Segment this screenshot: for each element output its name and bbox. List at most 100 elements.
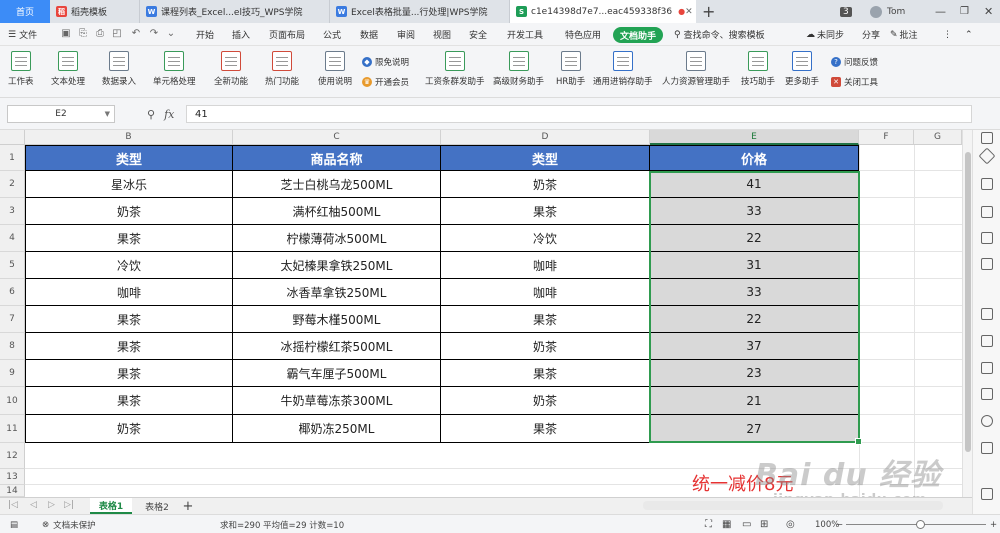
row-header[interactable]: 4 (0, 225, 25, 252)
row-header[interactable]: 6 (0, 279, 25, 306)
price-cell[interactable]: 22 (650, 225, 859, 252)
zoom-search-icon[interactable]: ⚲ (147, 108, 155, 121)
zoom-out-icon[interactable]: − (836, 515, 843, 533)
type-cell[interactable]: 星冰乐 (25, 171, 233, 198)
type-cell[interactable]: 奶茶 (25, 198, 233, 225)
redo-icon[interactable]: ↷ (148, 28, 160, 40)
menu-page-layout[interactable]: 页面布局 (269, 23, 305, 46)
category-cell[interactable]: 奶茶 (441, 333, 650, 360)
type-cell[interactable]: 冷饮 (25, 252, 233, 279)
row-header[interactable]: 12 (0, 443, 25, 469)
category-cell[interactable]: 奶茶 (441, 171, 650, 198)
page-break-icon[interactable]: ⊞ (760, 515, 768, 533)
property-icon[interactable] (981, 206, 993, 218)
type-cell[interactable]: 果茶 (25, 306, 233, 333)
product-name-cell[interactable]: 椰奶冻250ML (233, 415, 441, 443)
table-header-cell[interactable]: 类型 (441, 145, 650, 171)
category-cell[interactable]: 果茶 (441, 360, 650, 387)
ribbon-cell-processing[interactable]: 单元格处理 (153, 51, 196, 87)
column-header-b[interactable]: B (25, 130, 233, 145)
scroll-thumb[interactable] (965, 152, 971, 452)
share-button[interactable]: 分享 (862, 23, 880, 46)
menu-view[interactable]: 视图 (433, 23, 451, 46)
type-cell[interactable]: 果茶 (25, 360, 233, 387)
menu-doc-assistant[interactable]: 文档助手 (613, 27, 664, 43)
tab-course-list[interactable]: W 课程列表_Excel...el技巧_WPS学院 (140, 0, 330, 23)
eye-protect-icon[interactable]: ⛶ (705, 515, 712, 533)
category-cell[interactable]: 果茶 (441, 415, 650, 443)
column-header-f[interactable]: F (859, 130, 914, 145)
table-header-cell[interactable]: 商品名称 (233, 145, 441, 171)
ribbon-salary-assistant[interactable]: 工资条群发助手 (425, 51, 485, 87)
name-box[interactable]: E2 ▼ (7, 105, 115, 123)
type-cell[interactable]: 果茶 (25, 225, 233, 252)
category-cell[interactable]: 果茶 (441, 306, 650, 333)
last-sheet-icon[interactable]: ▷| (64, 500, 74, 510)
download-icon[interactable] (981, 415, 993, 427)
ribbon-worksheet[interactable]: 工作表 (8, 51, 34, 87)
backup-icon[interactable] (981, 308, 993, 320)
select-all-corner[interactable] (0, 130, 25, 145)
menu-developer[interactable]: 开发工具 (507, 23, 543, 46)
share-icon[interactable] (981, 335, 993, 347)
tab-docer[interactable]: 稻 稻壳模板 (50, 0, 140, 23)
price-cell[interactable]: 22 (650, 306, 859, 333)
ribbon-data-entry[interactable]: 数据录入 (102, 51, 136, 87)
ribbon-hr-management-assistant[interactable]: 人力资源管理助手 (662, 51, 730, 87)
menu-security[interactable]: 安全 (469, 23, 487, 46)
product-name-cell[interactable]: 满杯红柚500ML (233, 198, 441, 225)
category-cell[interactable]: 咖啡 (441, 279, 650, 306)
ribbon-inventory-assistant[interactable]: 通用进销存助手 (593, 51, 653, 87)
first-sheet-icon[interactable]: |◁ (8, 500, 18, 510)
price-cell[interactable]: 31 (650, 252, 859, 279)
product-name-cell[interactable]: 冰摇柠檬红茶500ML (233, 333, 441, 360)
type-cell[interactable]: 果茶 (25, 333, 233, 360)
price-cell[interactable]: 41 (650, 171, 859, 198)
shape-icon[interactable] (978, 147, 996, 165)
ribbon-popular-features[interactable]: 热门功能 (265, 51, 299, 87)
table-header-cell[interactable]: 价格 (650, 145, 859, 171)
ribbon-tips-assistant[interactable]: 技巧助手 (741, 51, 775, 87)
zoom-in-icon[interactable]: + (990, 515, 997, 533)
menu-review[interactable]: 审阅 (397, 23, 415, 46)
fx-icon[interactable]: fx (164, 108, 174, 121)
ribbon-hr-assistant[interactable]: HR助手 (556, 51, 585, 87)
close-tool-button[interactable]: ✕ 关闭工具 (831, 76, 878, 88)
sheet-tab-2[interactable]: 表格2 (136, 498, 178, 514)
row-header[interactable]: 11 (0, 415, 25, 443)
window-count-badge[interactable]: 3 (840, 0, 852, 23)
minimize-button[interactable]: — (935, 0, 946, 23)
menu-home[interactable]: 开始 (196, 23, 214, 46)
zoom-slider-handle[interactable] (916, 520, 925, 529)
file-menu[interactable]: ☰ 文件 (8, 23, 37, 46)
price-cell[interactable]: 37 (650, 333, 859, 360)
export-pdf-icon[interactable]: ⎘ (77, 28, 89, 40)
column-header-c[interactable]: C (233, 130, 441, 145)
product-name-cell[interactable]: 野莓木槿500ML (233, 306, 441, 333)
category-cell[interactable]: 果茶 (441, 198, 650, 225)
collapse-panel-icon[interactable] (981, 488, 993, 500)
tab-batch-process[interactable]: W Excel表格批量...行处理|WPS学院 (330, 0, 510, 23)
product-name-cell[interactable]: 柠檬薄荷冰500ML (233, 225, 441, 252)
customize-quickbar-icon[interactable]: ⌄ (165, 28, 177, 40)
add-sheet-button[interactable]: + (180, 498, 196, 514)
row-header[interactable]: 3 (0, 198, 25, 225)
category-cell[interactable]: 奶茶 (441, 387, 650, 415)
menu-data[interactable]: 数据 (360, 23, 378, 46)
ribbon-more-assistants[interactable]: 更多助手 (785, 51, 819, 87)
history-icon[interactable] (981, 362, 993, 374)
product-name-cell[interactable]: 牛奶草莓冻茶300ML (233, 387, 441, 415)
menu-formula[interactable]: 公式 (323, 23, 341, 46)
tab-current-sheet[interactable]: S c1e14398d7e7...eac459338f36 ● ✕ (510, 0, 696, 23)
type-cell[interactable]: 果茶 (25, 387, 233, 415)
next-sheet-icon[interactable]: ▷ (48, 500, 55, 510)
open-member-link[interactable]: ♛ 开通会员 (362, 76, 409, 88)
tab-home[interactable]: 首页 (0, 0, 50, 23)
sync-status[interactable]: ☁ 未同步 (806, 23, 844, 46)
user-account[interactable]: Tom (870, 0, 905, 23)
close-window-button[interactable]: ✕ (984, 0, 993, 23)
row-header[interactable]: 8 (0, 333, 25, 360)
more-icon[interactable]: ⋮ (943, 23, 952, 46)
category-cell[interactable]: 咖啡 (441, 252, 650, 279)
product-name-cell[interactable]: 霸气车厘子500ML (233, 360, 441, 387)
